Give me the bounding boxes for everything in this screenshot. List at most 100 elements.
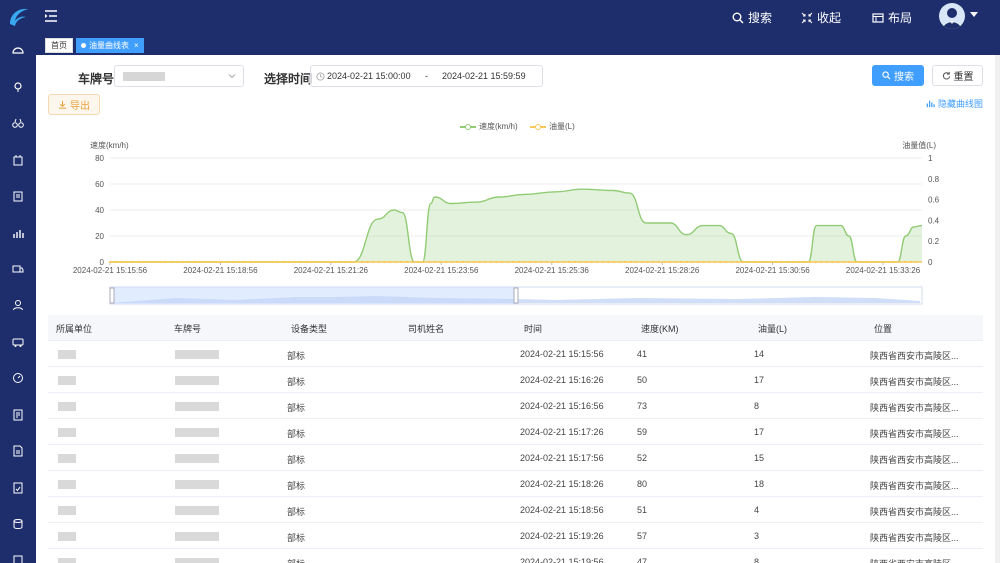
fuel-point [730, 260, 733, 264]
table-header: 所属单位 车牌号 设备类型 司机姓名 时间 速度(KM) 油量(L) 位置 [48, 315, 983, 341]
export-button[interactable]: 导出 [48, 94, 100, 115]
slider-right-handle [513, 287, 519, 304]
fuel-point [187, 260, 190, 264]
tab-fuel-curve[interactable]: 油量曲线表 × [76, 38, 144, 53]
fuel-point [500, 260, 504, 264]
settings-icon[interactable] [11, 553, 25, 563]
hide-chart-link[interactable]: 隐藏曲线图 [926, 97, 983, 110]
plate-redacted [175, 428, 219, 437]
y2-tick-label: 0.2 [928, 237, 940, 246]
fuel-point [372, 260, 375, 264]
fuel-point [848, 260, 851, 264]
cell-device: 部标 [287, 533, 306, 543]
legend-speed[interactable]: 速度(km/h) [460, 121, 518, 132]
fuel-point [915, 260, 918, 264]
report-icon[interactable] [11, 408, 25, 422]
bar-chart-icon[interactable] [11, 226, 25, 240]
fuel-point [108, 260, 112, 264]
table-row[interactable]: 部标 2024-02-21 15:19:56 47 8 陕西省西安市高陵区... [48, 549, 983, 563]
truck-icon[interactable] [11, 262, 25, 276]
menu-toggle-icon[interactable] [44, 9, 58, 23]
topbar: 搜索 收起 布局 [36, 0, 1000, 34]
plate-label: 车牌号 [78, 72, 115, 86]
search-icon [882, 71, 891, 80]
table-row[interactable]: 部标 2024-02-21 15:15:56 41 14 陕西省西安市高陵区... [48, 341, 983, 367]
fuel-point [383, 260, 386, 264]
fuel-point [310, 260, 313, 264]
fuel-point [237, 260, 240, 264]
database-icon[interactable] [11, 517, 25, 531]
plate-redacted [175, 376, 219, 385]
bus-icon[interactable] [11, 335, 25, 349]
page-scrollbar[interactable] [995, 55, 1000, 563]
clipboard-icon[interactable] [11, 189, 25, 203]
fuel-point [579, 260, 582, 264]
vehicle-box-icon[interactable] [11, 153, 25, 167]
search-button[interactable]: 搜索 [872, 65, 924, 86]
date-range-picker[interactable]: 2024-02-21 15:00:00 - 2024-02-21 15:59:5… [310, 65, 543, 87]
fuel-point [232, 260, 235, 264]
table-row[interactable]: 部标 2024-02-21 15:16:56 73 8 陕西省西安市高陵区... [48, 393, 983, 419]
fuel-point [769, 260, 772, 264]
driver-icon[interactable] [11, 298, 25, 312]
fuel-point [366, 260, 369, 264]
time-label: 选择时间 [264, 72, 313, 86]
file-check-icon[interactable] [11, 481, 25, 495]
fuel-point [377, 260, 380, 264]
fuel-point [472, 260, 476, 264]
fuel-point [663, 260, 666, 264]
cell-fuel: 14 [754, 349, 765, 359]
cell-fuel: 17 [754, 375, 765, 385]
top-search-button[interactable]: 搜索 [732, 9, 772, 26]
reset-button[interactable]: 重置 [932, 65, 983, 86]
refresh-icon [942, 71, 950, 80]
cell-location: 陕西省西安市高陵区... [870, 403, 959, 413]
col-device: 设备类型 [291, 324, 328, 334]
fuel-point [467, 260, 470, 264]
fuel-point [752, 260, 756, 264]
fuel-point [618, 260, 621, 264]
gauge-icon[interactable] [11, 371, 25, 385]
fuel-point [747, 260, 750, 264]
table-row[interactable]: 部标 2024-02-21 15:18:26 80 18 陕西省西安市高陵区... [48, 471, 983, 497]
table-row[interactable]: 部标 2024-02-21 15:16:26 50 17 陕西省西安市高陵区... [48, 367, 983, 393]
collapse-button[interactable]: 收起 [801, 9, 841, 26]
fuel-point [484, 260, 487, 264]
close-icon[interactable]: × [134, 41, 139, 50]
user-menu-caret-icon[interactable] [970, 12, 978, 17]
fuel-point [209, 260, 212, 264]
y2-tick-label: 0.4 [928, 216, 940, 225]
x-tick-label: 2024-02-21 15:23:56 [404, 266, 479, 275]
start-time[interactable]: 2024-02-21 15:00:00 [327, 71, 411, 81]
fuel-point [836, 260, 840, 264]
plate-select[interactable] [114, 65, 244, 87]
document-icon[interactable] [11, 444, 25, 458]
fuel-point [153, 260, 156, 264]
unit-redacted [58, 558, 76, 563]
cell-device: 部标 [287, 351, 306, 361]
fuel-point [114, 260, 117, 264]
plate-redacted [175, 480, 219, 489]
end-time[interactable]: 2024-02-21 15:59:59 [442, 71, 526, 81]
cell-time: 2024-02-21 15:19:56 [520, 557, 604, 563]
col-speed: 速度(KM) [641, 324, 679, 334]
binoculars-icon[interactable] [11, 116, 25, 130]
avatar[interactable] [939, 3, 965, 29]
table-row[interactable]: 部标 2024-02-21 15:19:26 57 3 陕西省西安市高陵区... [48, 523, 983, 549]
tab-home[interactable]: 首页 [45, 38, 73, 53]
dashboard-icon[interactable] [11, 44, 25, 58]
fuel-point [568, 260, 571, 264]
fuel-point [898, 260, 901, 264]
legend-fuel[interactable]: 油量(L) [530, 121, 575, 132]
y2-tick-label: 0.6 [928, 196, 940, 205]
cell-speed: 57 [637, 531, 648, 541]
table-row[interactable]: 部标 2024-02-21 15:17:26 59 17 陕西省西安市高陵区... [48, 419, 983, 445]
fuel-point [304, 260, 308, 264]
table-row[interactable]: 部标 2024-02-21 15:17:56 52 15 陕西省西安市高陵区... [48, 445, 983, 471]
fuel-point [394, 260, 397, 264]
cell-location: 陕西省西安市高陵区... [870, 557, 959, 563]
cell-time: 2024-02-21 15:18:56 [520, 505, 604, 515]
layout-button[interactable]: 布局 [872, 9, 912, 26]
location-icon[interactable] [11, 80, 25, 94]
table-row[interactable]: 部标 2024-02-21 15:18:56 51 4 陕西省西安市高陵区... [48, 497, 983, 523]
